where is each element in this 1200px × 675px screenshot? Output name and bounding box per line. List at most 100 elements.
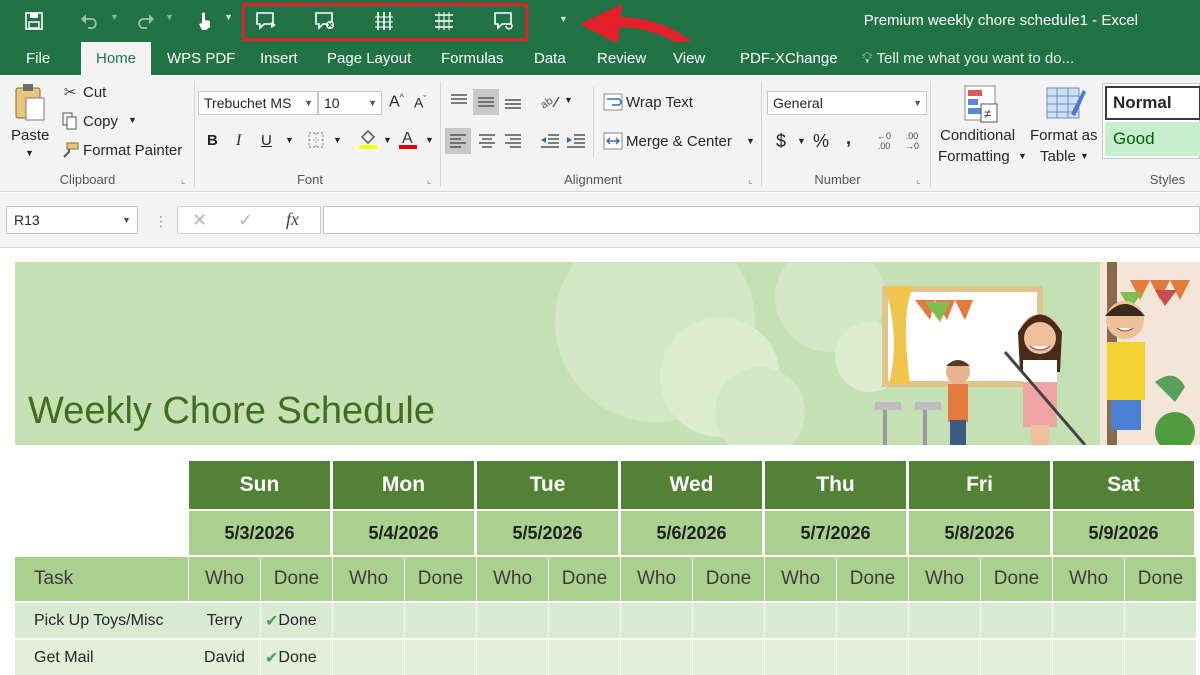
who-column-header[interactable]: Who	[189, 555, 261, 601]
name-box[interactable]: R13 ▼	[6, 206, 138, 234]
done-cell[interactable]	[549, 601, 621, 638]
task-cell[interactable]: Get Mail	[15, 638, 189, 675]
orientation-icon[interactable]: ab	[538, 89, 562, 113]
redo-dropdown-icon[interactable]: ▼	[165, 12, 174, 22]
conditional-formatting-icon[interactable]: ≠	[962, 83, 1002, 125]
date-header[interactable]: 5/3/2026	[189, 509, 333, 555]
touch-mode-icon[interactable]	[193, 9, 217, 33]
done-cell[interactable]	[837, 638, 909, 675]
format-painter-icon[interactable]	[60, 140, 80, 160]
worksheet[interactable]: Weekly Chore Schedule Task Pick Up Toys/…	[0, 249, 1200, 675]
font-size-dropdown[interactable]: 10 ▼	[318, 91, 382, 115]
insert-row-icon[interactable]	[432, 9, 456, 33]
undo-dropdown-icon[interactable]: ▼	[110, 12, 119, 22]
wrap-text-icon[interactable]	[602, 91, 624, 113]
tab-home[interactable]: Home	[81, 42, 151, 75]
cut-button[interactable]: Cut	[83, 84, 106, 101]
tab-data[interactable]: Data	[520, 42, 580, 75]
done-column-header[interactable]: Done	[981, 555, 1053, 601]
done-column-header[interactable]: Done	[405, 555, 477, 601]
top-align-icon[interactable]	[447, 89, 471, 113]
currency-dropdown-icon[interactable]: ▼	[797, 136, 806, 146]
underline-button[interactable]: U	[261, 132, 272, 149]
decrease-font-icon[interactable]: Aˇ	[414, 94, 426, 111]
done-cell[interactable]: ✔ Done	[261, 601, 333, 638]
done-cell[interactable]	[405, 601, 477, 638]
save-icon[interactable]	[22, 9, 46, 33]
format-as-table-dropdown-icon[interactable]: ▼	[1080, 151, 1089, 161]
bottom-align-icon[interactable]	[501, 89, 525, 115]
tab-review[interactable]: Review	[583, 42, 660, 75]
who-cell[interactable]	[621, 638, 693, 675]
align-right-icon[interactable]	[501, 128, 525, 154]
who-column-header[interactable]: Who	[1053, 555, 1125, 601]
tab-insert[interactable]: Insert	[246, 42, 312, 75]
merge-center-icon[interactable]	[602, 130, 624, 152]
date-header[interactable]: 5/6/2026	[621, 509, 765, 555]
formula-input[interactable]	[323, 206, 1200, 234]
font-color-icon[interactable]: A	[397, 127, 419, 151]
enter-icon[interactable]: ✓	[238, 210, 253, 231]
done-column-header[interactable]: Done	[693, 555, 765, 601]
merge-dropdown-icon[interactable]: ▼	[746, 136, 755, 146]
date-header[interactable]: 5/7/2026	[765, 509, 909, 555]
done-cell[interactable]	[981, 601, 1053, 638]
clipboard-launcher-icon[interactable]: ⌞	[181, 175, 185, 186]
done-column-header[interactable]: Done	[1125, 555, 1197, 601]
day-header[interactable]: Tue	[477, 461, 621, 509]
paste-icon[interactable]	[10, 81, 50, 123]
who-cell[interactable]	[1053, 638, 1125, 675]
done-column-header[interactable]: Done	[837, 555, 909, 601]
date-header[interactable]: 5/4/2026	[333, 509, 477, 555]
insert-column-icon[interactable]	[372, 9, 396, 33]
date-header[interactable]: 5/9/2026	[1053, 509, 1197, 555]
who-cell[interactable]	[1053, 601, 1125, 638]
format-as-table-line2[interactable]: Table	[1040, 148, 1076, 165]
tab-file[interactable]: File	[12, 42, 64, 75]
show-comments-icon[interactable]	[492, 9, 516, 33]
align-center-icon[interactable]	[475, 128, 499, 154]
italic-button[interactable]: I	[236, 132, 241, 150]
who-column-header[interactable]: Who	[909, 555, 981, 601]
increase-decimal-icon[interactable]: ←0.00	[872, 128, 896, 154]
number-launcher-icon[interactable]: ⌞	[916, 175, 920, 186]
orientation-dropdown-icon[interactable]: ▼	[564, 95, 573, 105]
date-header[interactable]: 5/8/2026	[909, 509, 1053, 555]
day-header[interactable]: Thu	[765, 461, 909, 509]
who-column-header[interactable]: Who	[477, 555, 549, 601]
tab-formulas[interactable]: Formulas	[427, 42, 518, 75]
done-column-header[interactable]: Done	[549, 555, 621, 601]
tab-view[interactable]: View	[659, 42, 719, 75]
merge-center-button[interactable]: Merge & Center	[626, 133, 732, 150]
copy-icon[interactable]	[60, 111, 80, 131]
who-column-header[interactable]: Who	[333, 555, 405, 601]
day-header[interactable]: Sun	[189, 461, 333, 509]
increase-indent-icon[interactable]	[564, 128, 588, 154]
format-as-table-icon[interactable]	[1044, 83, 1088, 125]
conditional-formatting-line2[interactable]: Formatting	[938, 148, 1010, 165]
new-comment-icon[interactable]	[254, 9, 278, 33]
done-column-header[interactable]: Done	[261, 555, 333, 601]
percent-button[interactable]: %	[813, 131, 829, 152]
who-cell[interactable]: David	[189, 638, 261, 675]
alignment-launcher-icon[interactable]: ⌞	[748, 175, 752, 186]
done-cell[interactable]	[405, 638, 477, 675]
done-cell[interactable]	[549, 638, 621, 675]
font-family-dropdown[interactable]: Trebuchet MS ▼	[198, 91, 318, 115]
fill-color-dropdown-icon[interactable]: ▼	[383, 135, 392, 145]
paste-dropdown-icon[interactable]: ▼	[25, 148, 34, 158]
decrease-decimal-icon[interactable]: .00 →0	[900, 128, 924, 154]
who-cell[interactable]	[765, 601, 837, 638]
who-cell[interactable]	[477, 601, 549, 638]
done-cell[interactable]	[837, 601, 909, 638]
task-header[interactable]: Task	[15, 555, 189, 601]
paste-button[interactable]: Paste	[11, 127, 49, 144]
resize-handle-icon[interactable]: ⋮	[154, 213, 168, 230]
who-cell[interactable]	[909, 601, 981, 638]
underline-dropdown-icon[interactable]: ▼	[285, 135, 294, 145]
tab-pdf-xchange[interactable]: PDF-XChange	[726, 42, 852, 75]
format-as-table-line1[interactable]: Format as	[1030, 127, 1098, 144]
bold-button[interactable]: B	[207, 132, 218, 149]
done-cell[interactable]: ✔ Done	[261, 638, 333, 675]
redo-icon[interactable]	[133, 9, 157, 33]
